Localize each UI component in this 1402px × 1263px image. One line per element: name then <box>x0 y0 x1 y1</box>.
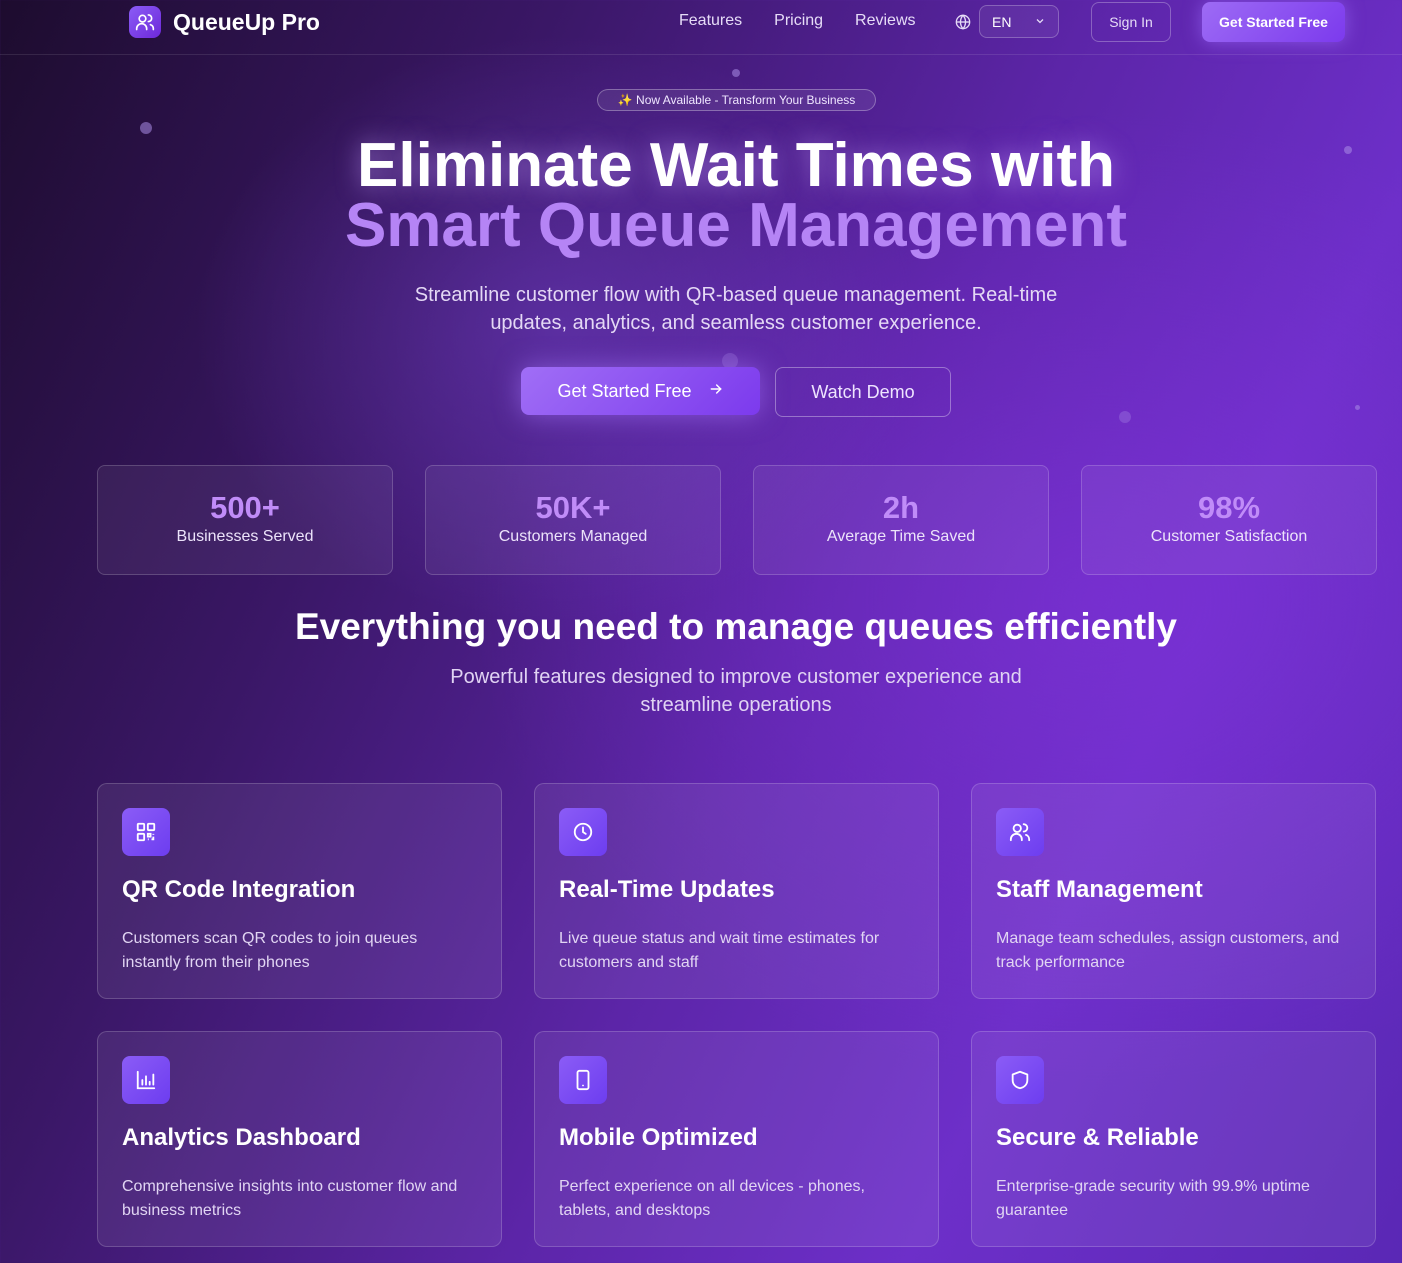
language-value: EN <box>992 13 1012 30</box>
features-subtitle: Powerful features designed to improve cu… <box>0 663 1402 719</box>
shield-icon <box>996 1056 1044 1104</box>
stat-card: 98% Customer Satisfaction <box>1081 465 1377 575</box>
top-nav: QueueUp Pro Features Pricing Reviews EN … <box>0 0 1402 55</box>
feature-title: Analytics Dashboard <box>122 1124 361 1151</box>
feature-title: Mobile Optimized <box>559 1124 758 1151</box>
features-subtitle-line2: streamline operations <box>640 694 832 716</box>
sign-in-button[interactable]: Sign In <box>1091 2 1171 42</box>
stat-card: 2h Average Time Saved <box>753 465 1049 575</box>
stat-value: 98% <box>1197 490 1261 525</box>
stat-value: 500+ <box>210 490 280 525</box>
watch-demo-button[interactable]: Watch Demo <box>775 367 951 417</box>
stat-value: 2h <box>882 490 920 525</box>
arrow-right-icon <box>708 381 724 402</box>
feature-card-mobile: Mobile Optimized Perfect experience on a… <box>534 1031 939 1247</box>
feature-description: Comprehensive insights into customer flo… <box>122 1178 458 1219</box>
get-started-button[interactable]: Get Started Free <box>521 367 760 415</box>
qr-code-icon <box>122 808 170 856</box>
feature-description: Manage team schedules, assign customers,… <box>996 930 1340 971</box>
feature-card-secure: Secure & Reliable Enterprise-grade secur… <box>971 1031 1376 1247</box>
stat-label: Customer Satisfaction <box>1150 528 1308 545</box>
feature-title: QR Code Integration <box>122 876 356 903</box>
nav-link-reviews[interactable]: Reviews <box>855 12 915 30</box>
features-subtitle-line1: Powerful features designed to improve cu… <box>450 666 1022 688</box>
stat-value: 50K+ <box>535 490 611 525</box>
users-icon <box>129 6 161 38</box>
hero-subtitle-line2: updates, analytics, and seamless custome… <box>490 312 982 334</box>
features-title: Everything you need to manage queues eff… <box>294 606 1178 647</box>
feature-description: Enterprise-grade security with 99.9% upt… <box>996 1178 1310 1219</box>
stat-card: 500+ Businesses Served <box>97 465 393 575</box>
nav-get-started-button[interactable]: Get Started Free <box>1202 2 1345 42</box>
hero-title-line1: Eliminate Wait Times with <box>357 131 1115 200</box>
chevron-down-icon <box>1034 14 1046 30</box>
feature-description: Customers scan QR codes to join queues i… <box>122 930 418 971</box>
feature-title: Secure & Reliable <box>996 1124 1199 1151</box>
smartphone-icon <box>559 1056 607 1104</box>
users-icon <box>996 808 1044 856</box>
announcement-badge: ✨ Now Available - Transform Your Busines… <box>597 89 876 111</box>
bar-chart-icon <box>122 1056 170 1104</box>
get-started-label: Get Started Free <box>557 380 692 401</box>
hero-subtitle-line1: Streamline customer flow with QR-based q… <box>414 284 1058 306</box>
hero-title-line2: Smart Queue Management <box>344 191 1128 260</box>
stat-label: Businesses Served <box>176 528 314 545</box>
feature-card-staff: Staff Management Manage team schedules, … <box>971 783 1376 999</box>
nav-links: Features Pricing Reviews <box>679 12 916 30</box>
feature-description: Live queue status and wait time estimate… <box>559 930 880 971</box>
decor-dot <box>1355 405 1360 410</box>
stat-label: Average Time Saved <box>826 528 976 545</box>
stat-card: 50K+ Customers Managed <box>425 465 721 575</box>
brand-name: QueueUp Pro <box>173 8 320 35</box>
feature-title: Staff Management <box>996 876 1203 903</box>
hero-subtitle: Streamline customer flow with QR-based q… <box>0 281 1402 337</box>
decor-dot <box>140 122 152 134</box>
stat-label: Customers Managed <box>498 528 648 545</box>
nav-link-features[interactable]: Features <box>679 12 742 30</box>
brand-logo[interactable]: QueueUp Pro <box>129 6 320 38</box>
language-select[interactable]: EN <box>979 5 1059 38</box>
decor-dot <box>1119 411 1131 423</box>
feature-description: Perfect experience on all devices - phon… <box>559 1178 865 1219</box>
feature-card-realtime: Real-Time Updates Live queue status and … <box>534 783 939 999</box>
feature-card-qr: QR Code Integration Customers scan QR co… <box>97 783 502 999</box>
feature-title: Real-Time Updates <box>559 876 775 903</box>
globe-icon <box>955 14 971 35</box>
clock-icon <box>559 808 607 856</box>
feature-card-analytics: Analytics Dashboard Comprehensive insigh… <box>97 1031 502 1247</box>
nav-link-pricing[interactable]: Pricing <box>774 12 823 30</box>
decor-dot <box>732 69 740 77</box>
